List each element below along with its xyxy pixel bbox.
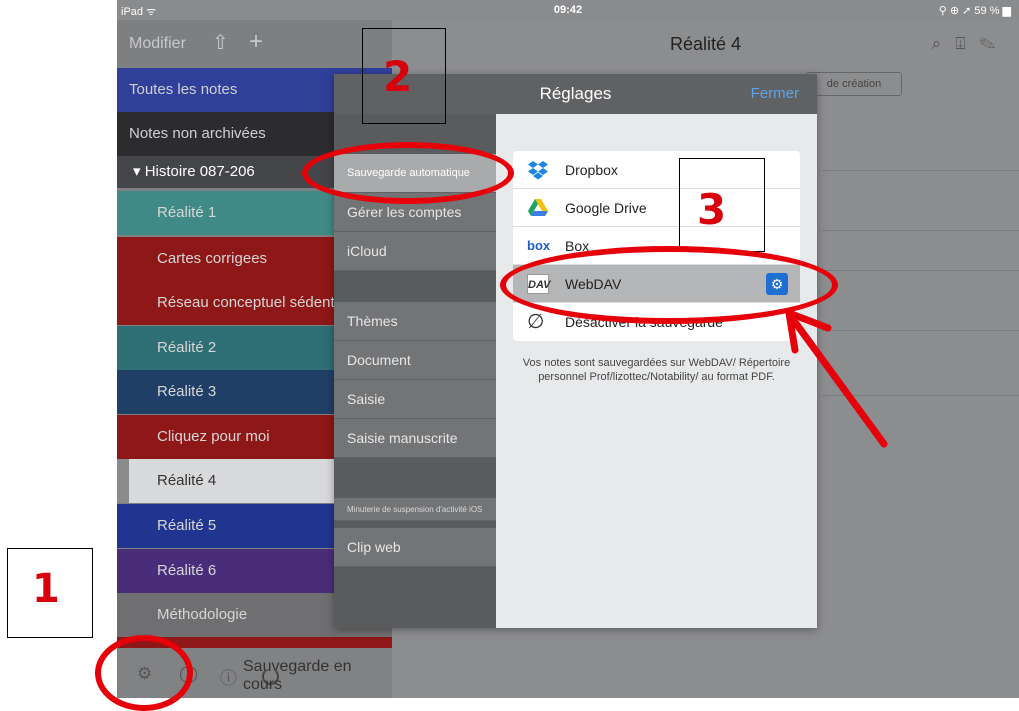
- annotation-arrow: [785, 309, 888, 448]
